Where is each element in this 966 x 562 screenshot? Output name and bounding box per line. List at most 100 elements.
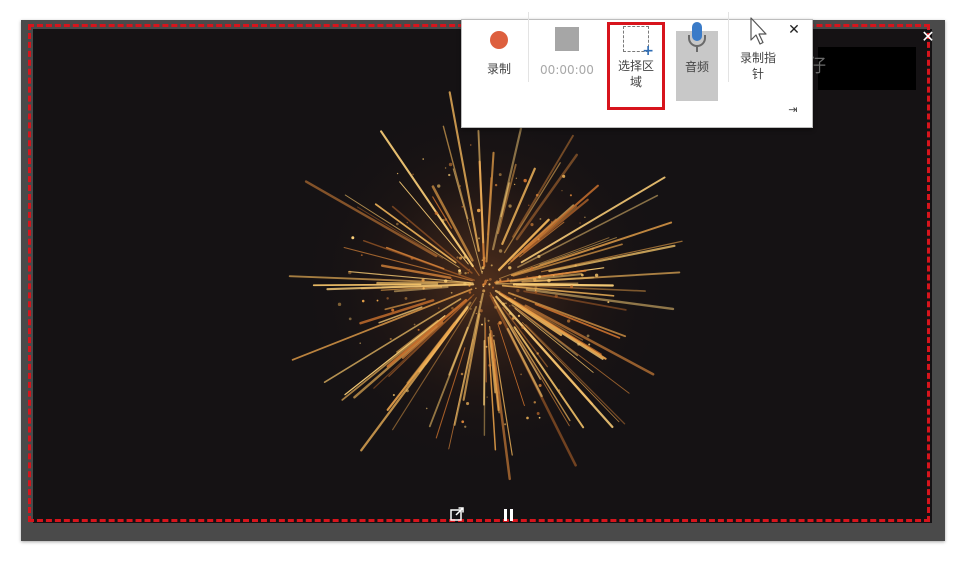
firework-spark — [494, 183, 498, 187]
firework-spark — [479, 301, 481, 303]
firework-spark — [438, 307, 440, 309]
firework-spark — [584, 216, 586, 218]
firework-spark — [530, 223, 534, 227]
firework-spark — [437, 184, 441, 188]
firework-spark — [592, 248, 594, 250]
firework-spark — [512, 293, 514, 296]
firework-spark — [486, 396, 488, 398]
firework-spark — [586, 334, 590, 338]
pause-button[interactable] — [500, 506, 518, 524]
firework-spark — [588, 343, 591, 346]
firework-spark — [498, 173, 502, 177]
firework-spark — [421, 278, 425, 282]
firework-spark — [579, 222, 581, 224]
firework-spark — [469, 219, 471, 222]
record-button[interactable]: 录制 — [482, 10, 516, 77]
firework-spark — [478, 237, 481, 240]
audio-button[interactable]: 音频 — [676, 10, 718, 75]
firework-spark — [538, 416, 541, 419]
firework-spark — [463, 282, 467, 286]
firework-spark — [482, 289, 486, 293]
firework-spark — [444, 167, 447, 169]
firework-spark — [360, 254, 363, 256]
firework-spark — [485, 345, 488, 348]
record-pointer-label-2: 针 — [751, 67, 764, 81]
firework-spark — [468, 284, 471, 287]
firework-spark — [510, 279, 513, 281]
firework-spark — [574, 264, 577, 267]
firework-spark — [526, 416, 529, 420]
firework-spark — [444, 218, 448, 221]
firework-spark — [406, 221, 408, 224]
firework-spark — [476, 208, 481, 213]
firework-spark — [481, 323, 483, 326]
firework-spark — [464, 425, 467, 428]
firework-spark — [479, 309, 483, 313]
firework-spark — [459, 256, 463, 260]
firework-spark — [610, 258, 612, 261]
firework-spark — [448, 162, 453, 167]
select-area-label: 选择区 — [617, 59, 654, 73]
firework-spark — [513, 183, 516, 186]
stop-button[interactable]: 00:00:00 — [538, 10, 596, 78]
firework-spark — [492, 334, 495, 337]
select-area-button[interactable]: + 选择区 域 — [611, 10, 661, 90]
firework-spark — [537, 238, 540, 241]
firework-spark — [494, 305, 498, 309]
firework-spark — [386, 297, 389, 300]
firework-spark — [498, 321, 502, 325]
firework-spark — [532, 277, 537, 282]
firework-spark — [577, 342, 581, 346]
firework-spark — [530, 266, 534, 270]
firework-spark — [515, 177, 518, 179]
firework-spark — [536, 412, 540, 415]
firework-spark — [498, 270, 500, 272]
firework-spark — [508, 266, 512, 270]
firework-spark — [551, 221, 553, 223]
firework-spark — [520, 373, 523, 376]
firework-spark — [538, 275, 542, 279]
firework-spark — [351, 236, 355, 240]
firework-spark — [475, 287, 477, 290]
firework-spark — [580, 273, 584, 277]
record-pointer-label: 录制指 — [739, 51, 776, 65]
toolbar-divider — [528, 12, 529, 82]
plus-icon: + — [642, 43, 654, 59]
firework-spark — [508, 312, 512, 315]
firework-spark — [463, 255, 468, 259]
firework-spark — [470, 308, 472, 310]
firework-spark — [461, 420, 465, 424]
firework-spark — [490, 264, 493, 267]
record-pointer-button[interactable]: 录制指 针 — [735, 10, 781, 82]
firework-spark — [488, 277, 492, 281]
firework-spark — [464, 271, 467, 275]
firework-spark — [468, 291, 472, 294]
firework-spark — [487, 319, 490, 322]
firework-spark — [348, 270, 352, 275]
popout-button[interactable] — [448, 506, 466, 524]
firework-spark — [495, 280, 499, 284]
firework-spark — [521, 325, 525, 329]
close-toolbar-icon[interactable]: ✕ — [787, 22, 801, 38]
firework-spark — [487, 279, 489, 281]
firework-spark — [516, 288, 520, 293]
firework-spark — [534, 286, 538, 290]
firework-spark — [425, 407, 428, 410]
firework-spark — [396, 172, 399, 175]
firework-spark — [465, 401, 470, 406]
firework-spark — [534, 289, 537, 292]
pin-icon[interactable]: ⇥ — [786, 103, 800, 117]
firework-spark — [444, 279, 448, 283]
firework-spark — [498, 249, 503, 253]
firework-spark — [481, 266, 485, 270]
firework-spark — [359, 342, 362, 344]
firework-spark — [460, 372, 464, 376]
firework-spark — [470, 144, 472, 146]
firework-spark — [422, 287, 425, 290]
firework-spark — [517, 314, 521, 317]
close-selection-button[interactable]: ✕ — [918, 27, 938, 47]
firework-spark — [526, 275, 528, 278]
firework-spark — [467, 271, 470, 274]
firework-ray — [312, 283, 422, 287]
firework-spark — [451, 278, 453, 281]
